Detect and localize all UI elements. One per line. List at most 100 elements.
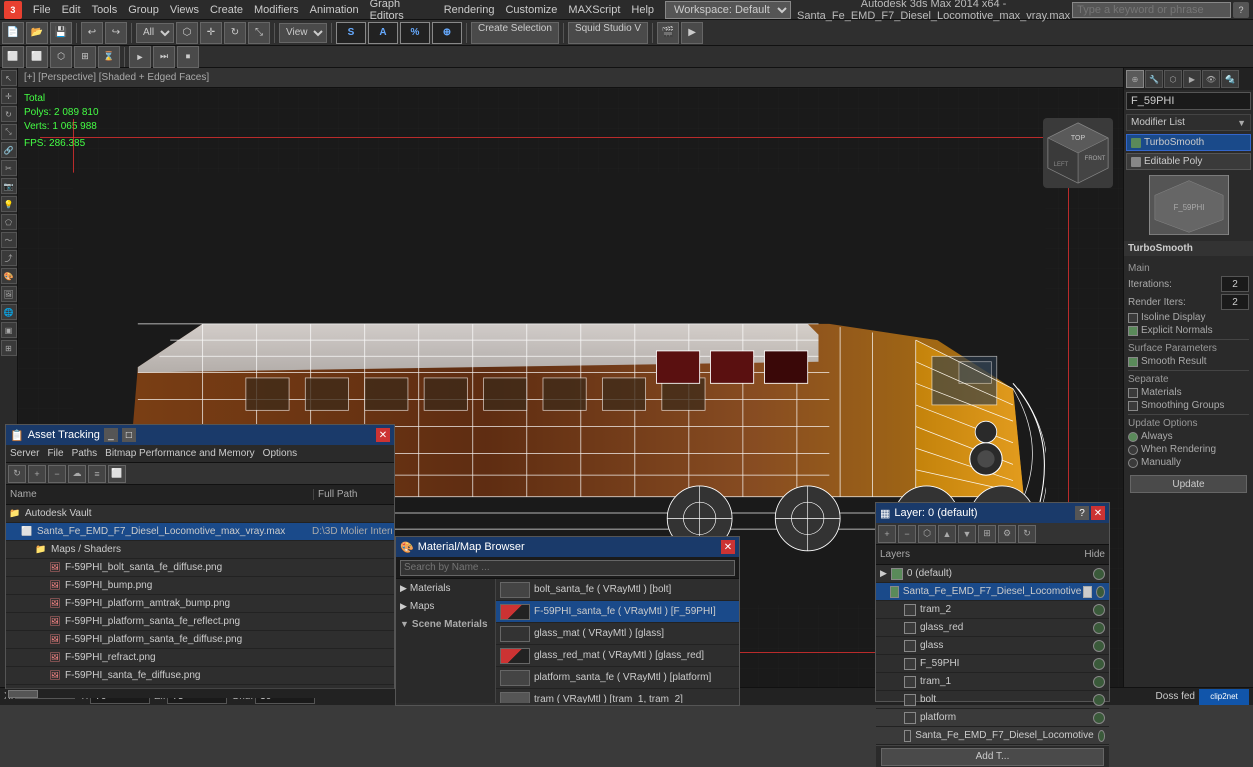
lt-unlink[interactable]: ✂ <box>1 160 17 176</box>
at-item-img0[interactable]: 🖼 F-59PHI_bolt_santa_fe_diffuse.png <box>6 559 394 577</box>
at-view-icon[interactable]: ⬜ <box>108 465 126 483</box>
percent-snap-btn[interactable]: % <box>400 22 430 44</box>
layer-vis-f59phi[interactable] <box>1093 658 1105 670</box>
at-item-maps[interactable]: 📁 Maps / Shaders <box>6 541 394 559</box>
mat-search-input[interactable] <box>400 560 735 576</box>
mat-item-1[interactable]: F-59PHI_santa_fe ( VRayMtl ) [F_59PHI] <box>496 601 739 623</box>
layer-vis-loco[interactable] <box>1096 586 1105 598</box>
layer-check-loco2[interactable] <box>904 730 911 742</box>
layer-vis-glass-red[interactable] <box>1093 622 1105 634</box>
layer-item-f59phi[interactable]: F_59PHI <box>876 655 1109 673</box>
mat-item-2[interactable]: glass_mat ( VRayMtl ) [glass] <box>496 623 739 645</box>
save-btn[interactable]: 💾 <box>50 22 72 44</box>
layer-item-loco[interactable]: Santa_Fe_EMD_F7_Diesel_Locomotive <box>876 583 1109 601</box>
mat-item-5[interactable]: tram ( VRayMtl ) [tram_1, tram_2] <box>496 689 739 703</box>
menu-help[interactable]: Help <box>626 4 659 16</box>
at-item-vault[interactable]: 📁 Autodesk Vault <box>6 505 394 523</box>
lt-spline[interactable]: 〜 <box>1 232 17 248</box>
hierarchy-tab[interactable]: ⬡ <box>1164 70 1182 88</box>
undo-btn[interactable]: ↩ <box>81 22 103 44</box>
mat-item-0[interactable]: bolt_santa_fe ( VRayMtl ) [bolt] <box>496 579 739 601</box>
redo-btn[interactable]: ↪ <box>105 22 127 44</box>
snap-3d-btn[interactable]: S <box>336 22 366 44</box>
menu-tools[interactable]: Tools <box>87 4 123 16</box>
modifier-turbosmooth[interactable]: TurboSmooth <box>1126 134 1251 151</box>
layer-vis-glass[interactable] <box>1093 640 1105 652</box>
lt-link[interactable]: 🔗 <box>1 142 17 158</box>
at-item-img2[interactable]: 🖼 F-59PHI_platform_amtrak_bump.png <box>6 595 394 613</box>
nav-cube[interactable]: TOP FRONT LEFT <box>1043 118 1113 188</box>
menu-maxscript[interactable]: MAXScript <box>563 4 625 16</box>
mat-item-4[interactable]: platform_santa_fe ( VRayMtl ) [platform] <box>496 667 739 689</box>
mat-close-btn[interactable]: ✕ <box>721 540 735 554</box>
asset-tracking-max-btn[interactable]: □ <box>122 428 136 442</box>
layer-item-tram2[interactable]: tram_2 <box>876 601 1109 619</box>
lt-scale[interactable]: ⤡ <box>1 124 17 140</box>
at-scrollbar[interactable] <box>6 688 394 698</box>
create-selection-btn[interactable]: Create Selection <box>471 22 559 44</box>
at-server-menu[interactable]: Server <box>10 448 39 459</box>
layer-refresh-btn[interactable]: ↻ <box>1018 525 1036 543</box>
quick-render-btn[interactable]: ▶ <box>681 22 703 44</box>
layer-settings-btn[interactable]: ⚙ <box>998 525 1016 543</box>
squid-studio-btn[interactable]: Squid Studio V <box>568 22 648 44</box>
rotate-btn[interactable]: ↻ <box>224 22 246 44</box>
at-remove-btn[interactable]: − <box>48 465 66 483</box>
utilities-tab[interactable]: 🔩 <box>1221 70 1239 88</box>
at-scroll-thumb[interactable] <box>8 690 38 698</box>
lt-misc2[interactable]: ⊞ <box>1 340 17 356</box>
iterations-value[interactable]: 2 <box>1221 276 1249 292</box>
at-item-main-file[interactable]: ⬜ Santa_Fe_EMD_F7_Diesel_Locomotive_max_… <box>6 523 394 541</box>
layer-help-btn[interactable]: ? <box>1075 506 1089 520</box>
layer-move-down-btn[interactable]: ▼ <box>958 525 976 543</box>
lt-rotate[interactable]: ↻ <box>1 106 17 122</box>
help-icon[interactable]: ? <box>1233 2 1249 18</box>
asset-tracking-list[interactable]: 📁 Autodesk Vault ⬜ Santa_Fe_EMD_F7_Diese… <box>6 505 394 688</box>
layer-check-glass[interactable] <box>904 640 916 652</box>
layer-obj-btn[interactable]: ⊞ <box>978 525 996 543</box>
lt-camera[interactable]: 📷 <box>1 178 17 194</box>
menu-customize[interactable]: Customize <box>500 4 562 16</box>
render-btn[interactable]: 🎬 <box>657 22 679 44</box>
layer-vis-bolt[interactable] <box>1093 694 1105 706</box>
menu-animation[interactable]: Animation <box>305 4 364 16</box>
when-rendering-radio[interactable] <box>1128 445 1138 455</box>
at-item-img6[interactable]: 🖼 F-59PHI_santa_fe_diffuse.png <box>6 667 394 685</box>
layer-check-platform[interactable] <box>904 712 916 724</box>
lt-env[interactable]: 🌐 <box>1 304 17 320</box>
modifier-editable-poly[interactable]: Editable Poly <box>1126 153 1251 170</box>
layer-vis-default[interactable] <box>1093 568 1105 580</box>
lt-select[interactable]: ↖ <box>1 70 17 86</box>
create-tab[interactable]: ⊕ <box>1126 70 1144 88</box>
tb2-btn8[interactable]: ⏹ <box>177 46 199 68</box>
at-item-img7[interactable]: 🖼 F-59PHI_santa_fe_reflect.png <box>6 685 394 688</box>
layer-list[interactable]: ▶ 0 (default) Santa_Fe_EMD_F7_Diesel_Loc… <box>876 565 1109 745</box>
materials-check[interactable] <box>1128 388 1138 398</box>
new-btn[interactable]: 📄 <box>2 22 24 44</box>
scale-btn[interactable]: ⤡ <box>248 22 270 44</box>
layer-item-glass-red[interactable]: glass_red <box>876 619 1109 637</box>
layer-vis-platform[interactable] <box>1093 712 1105 724</box>
search-input[interactable] <box>1072 2 1231 18</box>
menu-group[interactable]: Group <box>123 4 164 16</box>
smooth-result-check[interactable] <box>1128 357 1138 367</box>
layer-check-loco[interactable] <box>890 586 899 598</box>
asset-tracking-close-btn[interactable]: ✕ <box>376 428 390 442</box>
tb2-btn3[interactable]: ⬡ <box>50 46 72 68</box>
move-btn[interactable]: ✛ <box>200 22 222 44</box>
layer-check-glass-red[interactable] <box>904 622 916 634</box>
at-item-img5[interactable]: 🖼 F-59PHI_refract.png <box>6 649 394 667</box>
isoline-check[interactable] <box>1128 313 1138 323</box>
mat-maps-item[interactable]: ▶ Maps <box>396 597 495 615</box>
at-item-img4[interactable]: 🖼 F-59PHI_platform_santa_fe_diffuse.png <box>6 631 394 649</box>
layer-move-btn[interactable]: ▲ <box>938 525 956 543</box>
mat-item-3[interactable]: glass_red_mat ( VRayMtl ) [glass_red] <box>496 645 739 667</box>
layer-check-default[interactable] <box>891 568 903 580</box>
smoothing-groups-check[interactable] <box>1128 401 1138 411</box>
motion-tab[interactable]: ▶ <box>1183 70 1201 88</box>
lt-bend[interactable]: ⤴ <box>1 250 17 266</box>
explicit-normals-check[interactable] <box>1128 326 1138 336</box>
menu-file[interactable]: File <box>28 4 56 16</box>
reference-coord-dropdown[interactable]: View <box>279 23 327 43</box>
tb2-btn2[interactable]: ⬜ <box>26 46 48 68</box>
